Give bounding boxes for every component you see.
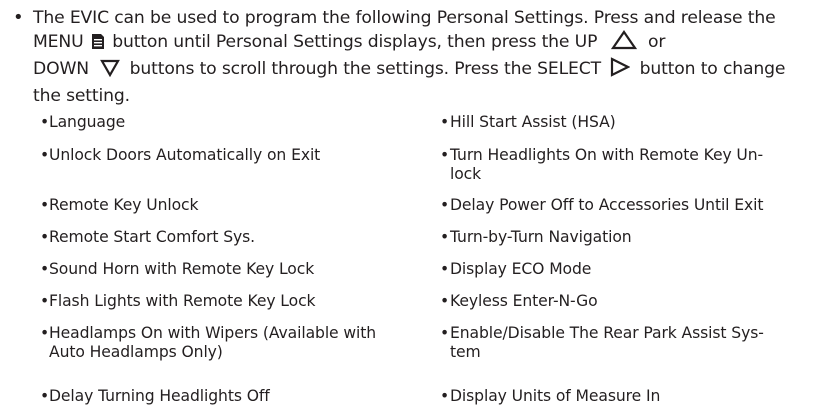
item-bullet: • bbox=[440, 146, 450, 164]
setting-label: Delay Turning Headlights Off bbox=[49, 387, 270, 405]
setting-label: Display ECO Mode bbox=[450, 260, 592, 278]
menu-instruction: button until Personal Settings displays,… bbox=[112, 32, 598, 52]
setting-item: • Display Units of Measure In bbox=[440, 387, 800, 406]
item-bullet: • bbox=[440, 292, 450, 310]
menu-label: MENU bbox=[33, 32, 84, 52]
setting-label-continued: tem bbox=[450, 343, 481, 361]
setting-item: • Display ECO Mode bbox=[440, 260, 800, 279]
setting-item: • Turn Headlights On with Remote Key Un-… bbox=[440, 146, 800, 184]
setting-label: Enable/Disable The Rear Park Assist Sys- bbox=[450, 324, 764, 342]
up-triangle-icon bbox=[610, 30, 637, 57]
setting-label: Turn-by-Turn Navigation bbox=[450, 228, 632, 246]
item-bullet: • bbox=[40, 196, 50, 214]
item-bullet: • bbox=[40, 324, 50, 342]
intro-line-1: The EVIC can be used to program the foll… bbox=[33, 8, 776, 28]
intro-line-2: MENU button until Personal Settings disp… bbox=[33, 30, 819, 57]
setting-label: Language bbox=[49, 113, 126, 131]
item-bullet: • bbox=[40, 292, 50, 310]
item-bullet: • bbox=[40, 113, 50, 131]
setting-label: Remote Key Unlock bbox=[49, 196, 199, 214]
item-bullet: • bbox=[440, 387, 450, 405]
scroll-instruction: buttons to scroll through the settings. … bbox=[129, 59, 601, 79]
setting-item: • Hill Start Assist (HSA) bbox=[440, 113, 800, 132]
intro-paragraph: The EVIC can be used to program the foll… bbox=[33, 6, 819, 108]
setting-label: Flash Lights with Remote Key Lock bbox=[49, 292, 316, 310]
menu-document-icon bbox=[91, 33, 105, 57]
setting-label: Hill Start Assist (HSA) bbox=[450, 113, 616, 131]
setting-label: Delay Power Off to Accessories Until Exi… bbox=[450, 196, 764, 214]
item-bullet: • bbox=[40, 387, 50, 405]
setting-label: Sound Horn with Remote Key Lock bbox=[49, 260, 315, 278]
intro-bullet: • bbox=[13, 7, 24, 28]
setting-label-continued: Auto Headlamps Only) bbox=[49, 343, 223, 361]
setting-label-continued: lock bbox=[450, 165, 482, 183]
right-triangle-icon bbox=[610, 57, 631, 84]
setting-item: • Turn-by-Turn Navigation bbox=[440, 228, 800, 247]
setting-label: Keyless Enter-N-Go bbox=[450, 292, 598, 310]
setting-label: Unlock Doors Automatically on Exit bbox=[49, 146, 321, 164]
item-bullet: • bbox=[440, 113, 450, 131]
down-label: DOWN bbox=[33, 59, 90, 79]
setting-label: Turn Headlights On with Remote Key Un- bbox=[450, 146, 764, 164]
setting-item: • Remote Start Comfort Sys. bbox=[40, 228, 420, 247]
setting-item: • Sound Horn with Remote Key Lock bbox=[40, 260, 420, 279]
select-instruction: button to change bbox=[639, 59, 786, 79]
item-bullet: • bbox=[440, 324, 450, 342]
setting-item: • Remote Key Unlock bbox=[40, 196, 420, 215]
setting-label: Headlamps On with Wipers (Available with bbox=[49, 324, 377, 342]
setting-label: Remote Start Comfort Sys. bbox=[49, 228, 256, 246]
setting-item: • Unlock Doors Automatically on Exit bbox=[40, 146, 420, 165]
item-bullet: • bbox=[440, 228, 450, 246]
setting-item: • Enable/Disable The Rear Park Assist Sy… bbox=[440, 324, 800, 362]
setting-item: • Keyless Enter-N-Go bbox=[440, 292, 800, 311]
manual-page: • The EVIC can be used to program the fo… bbox=[0, 0, 824, 413]
intro-line-4: the setting. bbox=[33, 86, 130, 106]
setting-item: • Delay Turning Headlights Off bbox=[40, 387, 420, 406]
item-bullet: • bbox=[40, 260, 50, 278]
setting-item: • Language bbox=[40, 113, 420, 132]
item-bullet: • bbox=[440, 196, 450, 214]
item-bullet: • bbox=[440, 260, 450, 278]
down-triangle-icon bbox=[100, 59, 121, 84]
setting-item: • Flash Lights with Remote Key Lock bbox=[40, 292, 420, 311]
item-bullet: • bbox=[40, 146, 50, 164]
intro-line-3: DOWN buttons to scroll through the setti… bbox=[33, 57, 819, 84]
setting-item: • Headlamps On with Wipers (Available wi… bbox=[40, 324, 420, 362]
setting-item: • Delay Power Off to Accessories Until E… bbox=[440, 196, 800, 215]
item-bullet: • bbox=[40, 228, 50, 246]
setting-label: Display Units of Measure In bbox=[450, 387, 661, 405]
or-text: or bbox=[647, 32, 666, 52]
